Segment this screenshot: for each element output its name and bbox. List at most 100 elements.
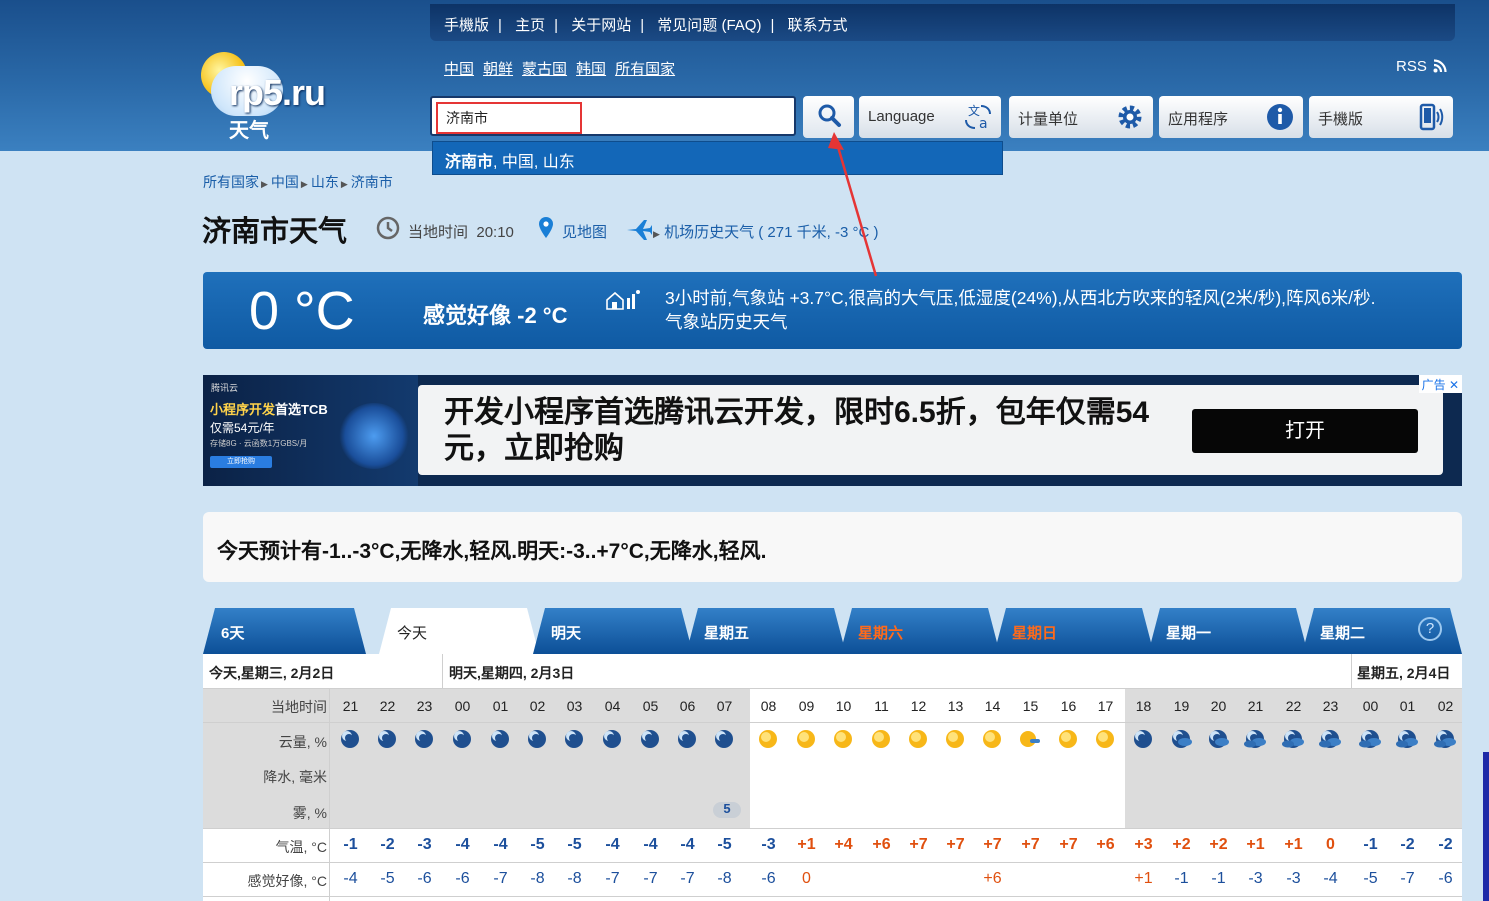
airport-history-link[interactable]: ▶ 机场历史天气 ( 271 千米, -3 °C ) (653, 221, 878, 242)
search-input[interactable] (436, 102, 582, 134)
units-button[interactable]: 计量单位 (1009, 96, 1153, 138)
search-icon (818, 104, 841, 127)
feels-like-cell: -6 (761, 870, 776, 887)
moon-icon (526, 728, 548, 750)
sun-icon (944, 728, 966, 750)
hour-cell: 01 (492, 698, 509, 714)
scrollbar-edge (1483, 752, 1489, 901)
moon-icon (1132, 728, 1154, 750)
breadcrumb-item[interactable]: 济南市 (351, 174, 393, 190)
moon-icon (563, 728, 585, 750)
map-link[interactable]: 见地图 (562, 221, 607, 242)
ad-image: 腾讯云 小程序开发首选TCB 仅需54元/年 存储8G · 云函数1万GBS/月… (203, 375, 418, 486)
row-label-fog: 雾, % (292, 805, 327, 821)
forecast-table: 今天,星期三, 2月2日 明天,星期四, 2月3日 星期五, 2月4日 当地时间… (203, 654, 1462, 901)
breadcrumb-item[interactable]: 中国 (271, 174, 299, 190)
ad-label[interactable]: 广告 ✕ (1418, 375, 1462, 393)
feels-like-cell: -7 (1400, 870, 1415, 887)
sun-cloud-icon (1019, 728, 1041, 750)
feels-like-cell: -8 (567, 870, 582, 887)
hour-cell: 03 (566, 698, 583, 714)
hour-cell: 13 (947, 698, 964, 714)
country-link[interactable]: 蒙古国 (522, 61, 567, 78)
row-label-precip: 降水, 毫米 (263, 769, 327, 785)
map-pin-icon (539, 217, 553, 238)
nav-about[interactable]: 关于网站 (571, 14, 631, 35)
moon-clouds-icon (1282, 728, 1304, 750)
feels-like-cell: -6 (455, 870, 470, 887)
feels-like-cell: -6 (417, 870, 432, 887)
moon-icon (601, 728, 623, 750)
hour-cell: 21 (342, 698, 359, 714)
nav-faq[interactable]: 常见问题 (FAQ) (657, 14, 761, 35)
nav-mobile[interactable]: 手機版 (444, 14, 489, 35)
moon-clouds-icon (1359, 728, 1381, 750)
temperature-cell: +7 (1059, 836, 1078, 853)
forecast-summary: 今天预计有-1..-3°C,无降水,轻风.明天:-3..+7°C,无降水,轻风. (203, 512, 1462, 582)
country-link[interactable]: 中国 (444, 61, 474, 78)
breadcrumb-item[interactable]: 山东 (311, 174, 339, 190)
temperature-cell: +1 (797, 836, 816, 853)
hour-cell: 02 (1437, 698, 1454, 714)
temperature-cell: +6 (1096, 836, 1115, 853)
apps-button[interactable]: 应用程序 (1159, 96, 1303, 138)
moon-icon (413, 728, 435, 750)
temperature-cell: -4 (680, 836, 695, 853)
search-suggestion[interactable]: 济南市, 中国, 山东 (432, 141, 1003, 175)
sun-icon (757, 728, 779, 750)
tab-tomorrow[interactable]: 明天 (533, 608, 693, 654)
moon-icon (639, 728, 661, 750)
feels-like-cell: +1 (1134, 870, 1153, 887)
feels-like-cell: -4 (343, 870, 358, 887)
temperature-cell: +7 (946, 836, 965, 853)
country-link[interactable]: 所有国家 (615, 61, 675, 78)
translate-icon: 文a (965, 103, 991, 132)
fog-value: 5 (723, 801, 731, 816)
temperature-cell: +2 (1172, 836, 1191, 853)
hour-cell: 21 (1247, 698, 1264, 714)
info-icon (1267, 104, 1293, 130)
hour-cell: 23 (1322, 698, 1339, 714)
hour-cell: 14 (984, 698, 1001, 714)
site-logo[interactable]: rp5.ru 天气 (195, 46, 355, 142)
temperature-cell: -2 (380, 836, 395, 853)
tab-friday[interactable]: 星期五 (686, 608, 846, 654)
tab-sunday[interactable]: 星期日 (994, 608, 1154, 654)
country-link[interactable]: 朝鲜 (483, 61, 513, 78)
moon-cloud-icon (1170, 728, 1192, 750)
temperature-cell: +7 (983, 836, 1002, 853)
rss-link[interactable]: RSS (1396, 58, 1447, 75)
hour-cell: 19 (1173, 698, 1190, 714)
temperature-cell: -5 (567, 836, 582, 853)
ad-text: 开发小程序首选腾讯云开发，限时6.5折，包年仅需54元，立即抢购 (444, 396, 1150, 465)
tab-today[interactable]: 今天 (379, 608, 539, 654)
hour-cell: 23 (416, 698, 433, 714)
nav-contact[interactable]: 联系方式 (788, 14, 848, 35)
ad-open-button[interactable]: 打开 (1192, 409, 1418, 453)
search-button[interactable] (803, 96, 854, 138)
feels-like: 感觉好像 -2 °C (423, 303, 568, 328)
feels-like-cell: -4 (1323, 870, 1338, 887)
hour-cell: 12 (910, 698, 927, 714)
breadcrumb-item[interactable]: 所有国家 (203, 174, 259, 190)
country-link[interactable]: 韩国 (576, 61, 606, 78)
station-history-link[interactable]: 气象站历史天气 (665, 310, 1375, 334)
temperature-cell: -3 (417, 836, 432, 853)
feels-like-cell: -6 (1438, 870, 1453, 887)
feels-like-cell: -8 (717, 870, 732, 887)
help-icon[interactable]: ? (1418, 617, 1442, 641)
advertisement[interactable]: 腾讯云 小程序开发首选TCB 仅需54元/年 存储8G · 云函数1万GBS/月… (203, 375, 1462, 486)
moon-icon (339, 728, 361, 750)
sun-icon (1057, 728, 1079, 750)
current-temperature: 0 °C (249, 281, 355, 341)
language-button[interactable]: Language 文a (859, 96, 1001, 138)
tab-6-days[interactable]: 6天 (203, 608, 366, 654)
mobile-button[interactable]: 手機版 (1309, 96, 1453, 138)
tab-monday[interactable]: 星期一 (1148, 608, 1308, 654)
tab-saturday[interactable]: 星期六 (840, 608, 1000, 654)
temperature-cell: -4 (455, 836, 470, 853)
hour-cell: 22 (1285, 698, 1302, 714)
close-icon: ✕ (1448, 378, 1459, 392)
nav-home[interactable]: 主页 (515, 14, 545, 35)
top-nav: 手機版 | 主页 | 关于网站 | 常见问题 (FAQ) | 联系方式 (430, 4, 1455, 41)
